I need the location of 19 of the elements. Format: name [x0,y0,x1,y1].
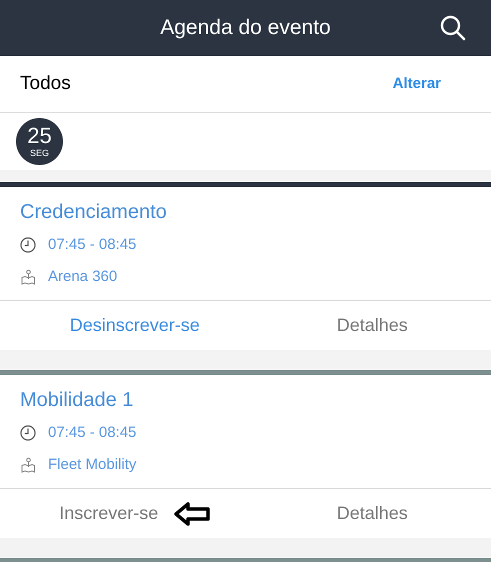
event-time: 07:45 - 08:45 [48,423,136,443]
search-icon[interactable] [439,14,467,42]
event-location: Fleet Mobility [48,454,136,474]
map-pin-icon [20,456,36,473]
subscribe-button[interactable]: Desinscrever-se [70,312,200,339]
filter-label: Todos [20,72,71,96]
event-time: 07:45 - 08:45 [48,235,136,255]
event-title[interactable]: Credenciamento [20,199,471,225]
subscribe-button[interactable]: Inscrever-se [59,500,158,527]
event-location: Arena 360 [48,266,118,286]
details-button[interactable]: Detalhes [336,312,408,339]
details-button[interactable]: Detalhes [336,500,408,527]
header-title: Agenda do evento [160,15,331,42]
event-title[interactable]: Mobilidade 1 [20,387,471,413]
date-chip[interactable]: 25 SEG [16,118,63,165]
clock-icon [20,237,36,254]
change-link[interactable]: Alterar [392,72,441,96]
clock-icon [20,425,36,442]
map-pin-icon [20,268,36,285]
